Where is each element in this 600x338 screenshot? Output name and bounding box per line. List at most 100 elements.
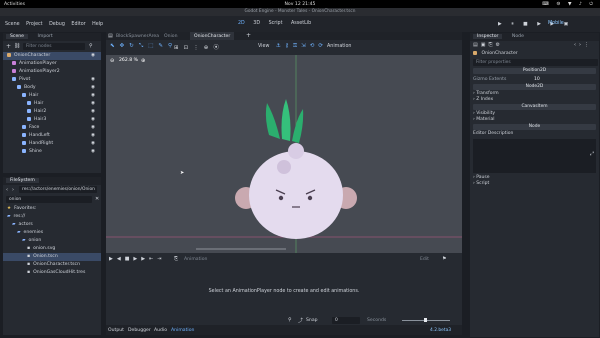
tab-debugger[interactable]: Debugger: [128, 328, 151, 333]
view-menu[interactable]: View: [258, 44, 269, 49]
menu-debug[interactable]: Debug: [49, 22, 65, 27]
tab-audio[interactable]: Audio: [154, 328, 167, 333]
inspector-file-icons[interactable]: ▤▣⎘⚙: [473, 42, 503, 48]
scene-tree-node[interactable]: OnionCharacter ◉: [3, 52, 101, 60]
visibility-eye-icon[interactable]: ◉: [91, 132, 95, 140]
scene-tree-node[interactable]: Hair3 ◉: [3, 116, 101, 124]
scene-tree-node[interactable]: AnimationPlayer: [3, 60, 101, 68]
visibility-eye-icon[interactable]: ◉: [91, 148, 95, 156]
file-tree-item[interactable]: ▰ onion: [3, 237, 101, 245]
clock[interactable]: Nov 12 21:45: [0, 2, 600, 7]
position2d-section[interactable]: Position2D: [473, 68, 596, 74]
visibility-eye-icon[interactable]: ◉: [91, 76, 95, 84]
add-tab-icon[interactable]: +: [246, 32, 251, 39]
file-tree-item[interactable]: ▰ actors: [3, 221, 101, 229]
scene-tab-onion[interactable]: Onion: [164, 34, 178, 39]
zoom-in-icon[interactable]: ⊕: [141, 58, 145, 64]
visibility-eye-icon[interactable]: ◉: [91, 52, 95, 60]
bezier-icon[interactable]: ⤴: [298, 317, 303, 324]
scene-tab-blockspawner[interactable]: BlockSpawnerArea: [116, 34, 159, 39]
visibility-eye-icon[interactable]: ◉: [91, 108, 95, 116]
file-tree-item[interactable]: ▪ OnionGasCloudHit.tres: [3, 269, 101, 277]
path-field[interactable]: res://actors/enemies/onion/Onion: [19, 186, 97, 193]
clear-icon[interactable]: ✕: [95, 196, 99, 202]
animation-icon[interactable]: ⎘: [174, 256, 178, 262]
2d-viewport[interactable]: ⊖ 262.8 % ⊕ ➤: [106, 55, 462, 253]
filter-tracks-icon[interactable]: ⚲: [288, 317, 292, 323]
tab-filesystem[interactable]: FileSystem: [6, 178, 39, 183]
scene-tree-node[interactable]: AnimationPlayer2: [3, 68, 101, 76]
add-node-icon[interactable]: +: [6, 43, 11, 50]
tab-animation[interactable]: Animation: [171, 328, 194, 333]
file-tree-item[interactable]: ▪ Onion.tscn: [3, 253, 101, 261]
gizmo-extents-value[interactable]: 10: [534, 76, 540, 83]
menu-project[interactable]: Project: [26, 22, 42, 27]
file-tree-item[interactable]: ▰ enemies: [3, 229, 101, 237]
canvasitem-section[interactable]: CanvasItem: [473, 104, 596, 110]
file-tree-item[interactable]: ▰ res://: [3, 213, 101, 221]
scene-tab-onioncharacter[interactable]: OnionCharacter: [190, 32, 235, 40]
scene-tree-node[interactable]: Pivot ◉: [3, 76, 101, 84]
pin-icon[interactable]: ⚑: [442, 256, 446, 262]
visibility-eye-icon[interactable]: ◉: [91, 124, 95, 132]
file-tree-item[interactable]: ▪ OnionCharacter.tscn: [3, 261, 101, 269]
link-icon[interactable]: ⛓: [14, 43, 20, 49]
keyframe-tools[interactable]: ⚓⚷⚿⇲⟲⟳: [276, 43, 327, 50]
filter-properties-input[interactable]: Filter properties: [473, 59, 598, 66]
animation-playback-buttons[interactable]: ▶◀■▶▶⇤⇥: [109, 256, 165, 262]
scene-tree-node[interactable]: HandRight ◉: [3, 140, 101, 148]
system-status-icons[interactable]: ⌨ ⚙ ▼ ♪ ⏻: [542, 1, 596, 7]
scene-tree-node[interactable]: HandLeft ◉: [3, 132, 101, 140]
snap-toggle[interactable]: Snap: [306, 318, 318, 323]
tab-scene[interactable]: Scene: [6, 34, 29, 39]
workspace-script[interactable]: Script: [269, 21, 283, 26]
back-icon[interactable]: ‹: [6, 187, 8, 193]
workspace-3d[interactable]: 3D: [253, 21, 260, 26]
file-tree-item[interactable]: ★ Favorites:: [3, 205, 101, 213]
zindex-section[interactable]: › Z Index: [470, 97, 599, 103]
zoom-level[interactable]: 262.8 %: [119, 58, 138, 63]
inspector-history-icons[interactable]: ‹›⋮: [574, 42, 592, 48]
file-tree-item[interactable]: ▪ onion.svg: [3, 245, 101, 253]
workspace-2d[interactable]: 2D: [238, 21, 245, 26]
scene-tree-node[interactable]: Body ◉: [3, 84, 101, 92]
tab-output[interactable]: Output: [108, 328, 124, 333]
snap-value-input[interactable]: 0: [332, 316, 360, 324]
visibility-eye-icon[interactable]: ◉: [91, 140, 95, 148]
scene-tree-node[interactable]: Hair ◉: [3, 92, 101, 100]
tab-import[interactable]: Import: [37, 34, 52, 39]
material-section[interactable]: › Material: [470, 117, 599, 123]
filter-options-icon[interactable]: ⚲: [89, 43, 93, 49]
filter-nodes-input[interactable]: Filter nodes: [23, 43, 85, 50]
transform-tools[interactable]: ⬉✥↻⤡⬚✎⚲: [110, 43, 177, 50]
visibility-eye-icon[interactable]: ◉: [91, 92, 95, 100]
file-search-input[interactable]: onion: [6, 196, 92, 203]
snap-tools[interactable]: ⊞⊡⋮⊕⦿: [174, 43, 224, 51]
workspace-assetlib[interactable]: AssetLib: [291, 21, 311, 26]
editor-description-field[interactable]: ⤢: [473, 139, 596, 173]
scene-tree-node[interactable]: Face ◉: [3, 124, 101, 132]
menu-help[interactable]: Help: [92, 22, 103, 27]
node-section[interactable]: Node: [473, 124, 596, 130]
renderer-select[interactable]: Mobile: [548, 21, 564, 26]
scene-tab-icon[interactable]: ▤: [108, 33, 113, 39]
menu-scene[interactable]: Scene: [5, 22, 20, 27]
visibility-eye-icon[interactable]: ◉: [91, 116, 95, 124]
expand-icon[interactable]: ⤢: [590, 151, 594, 157]
visibility-eye-icon[interactable]: ◉: [91, 84, 95, 92]
menu-editor[interactable]: Editor: [71, 22, 85, 27]
scene-tree-node[interactable]: Hair ◉: [3, 100, 101, 108]
animation-menu[interactable]: Animation: [327, 44, 351, 49]
scene-tree-node[interactable]: Shine ◉: [3, 148, 101, 156]
visibility-eye-icon[interactable]: ◉: [91, 100, 95, 108]
forward-icon[interactable]: ›: [12, 187, 14, 193]
node2d-section[interactable]: Node2D: [473, 84, 596, 90]
scene-tree-node[interactable]: Hair2 ◉: [3, 108, 101, 116]
animation-select[interactable]: Animation: [184, 257, 207, 262]
snap-unit-select[interactable]: Seconds: [367, 318, 386, 323]
edit-menu[interactable]: Edit: [420, 257, 429, 262]
tab-inspector[interactable]: Inspector: [473, 34, 503, 39]
script-section[interactable]: › Script: [470, 181, 599, 187]
version-label[interactable]: 4.2.beta3: [430, 328, 451, 333]
tab-node[interactable]: Node: [512, 34, 524, 39]
